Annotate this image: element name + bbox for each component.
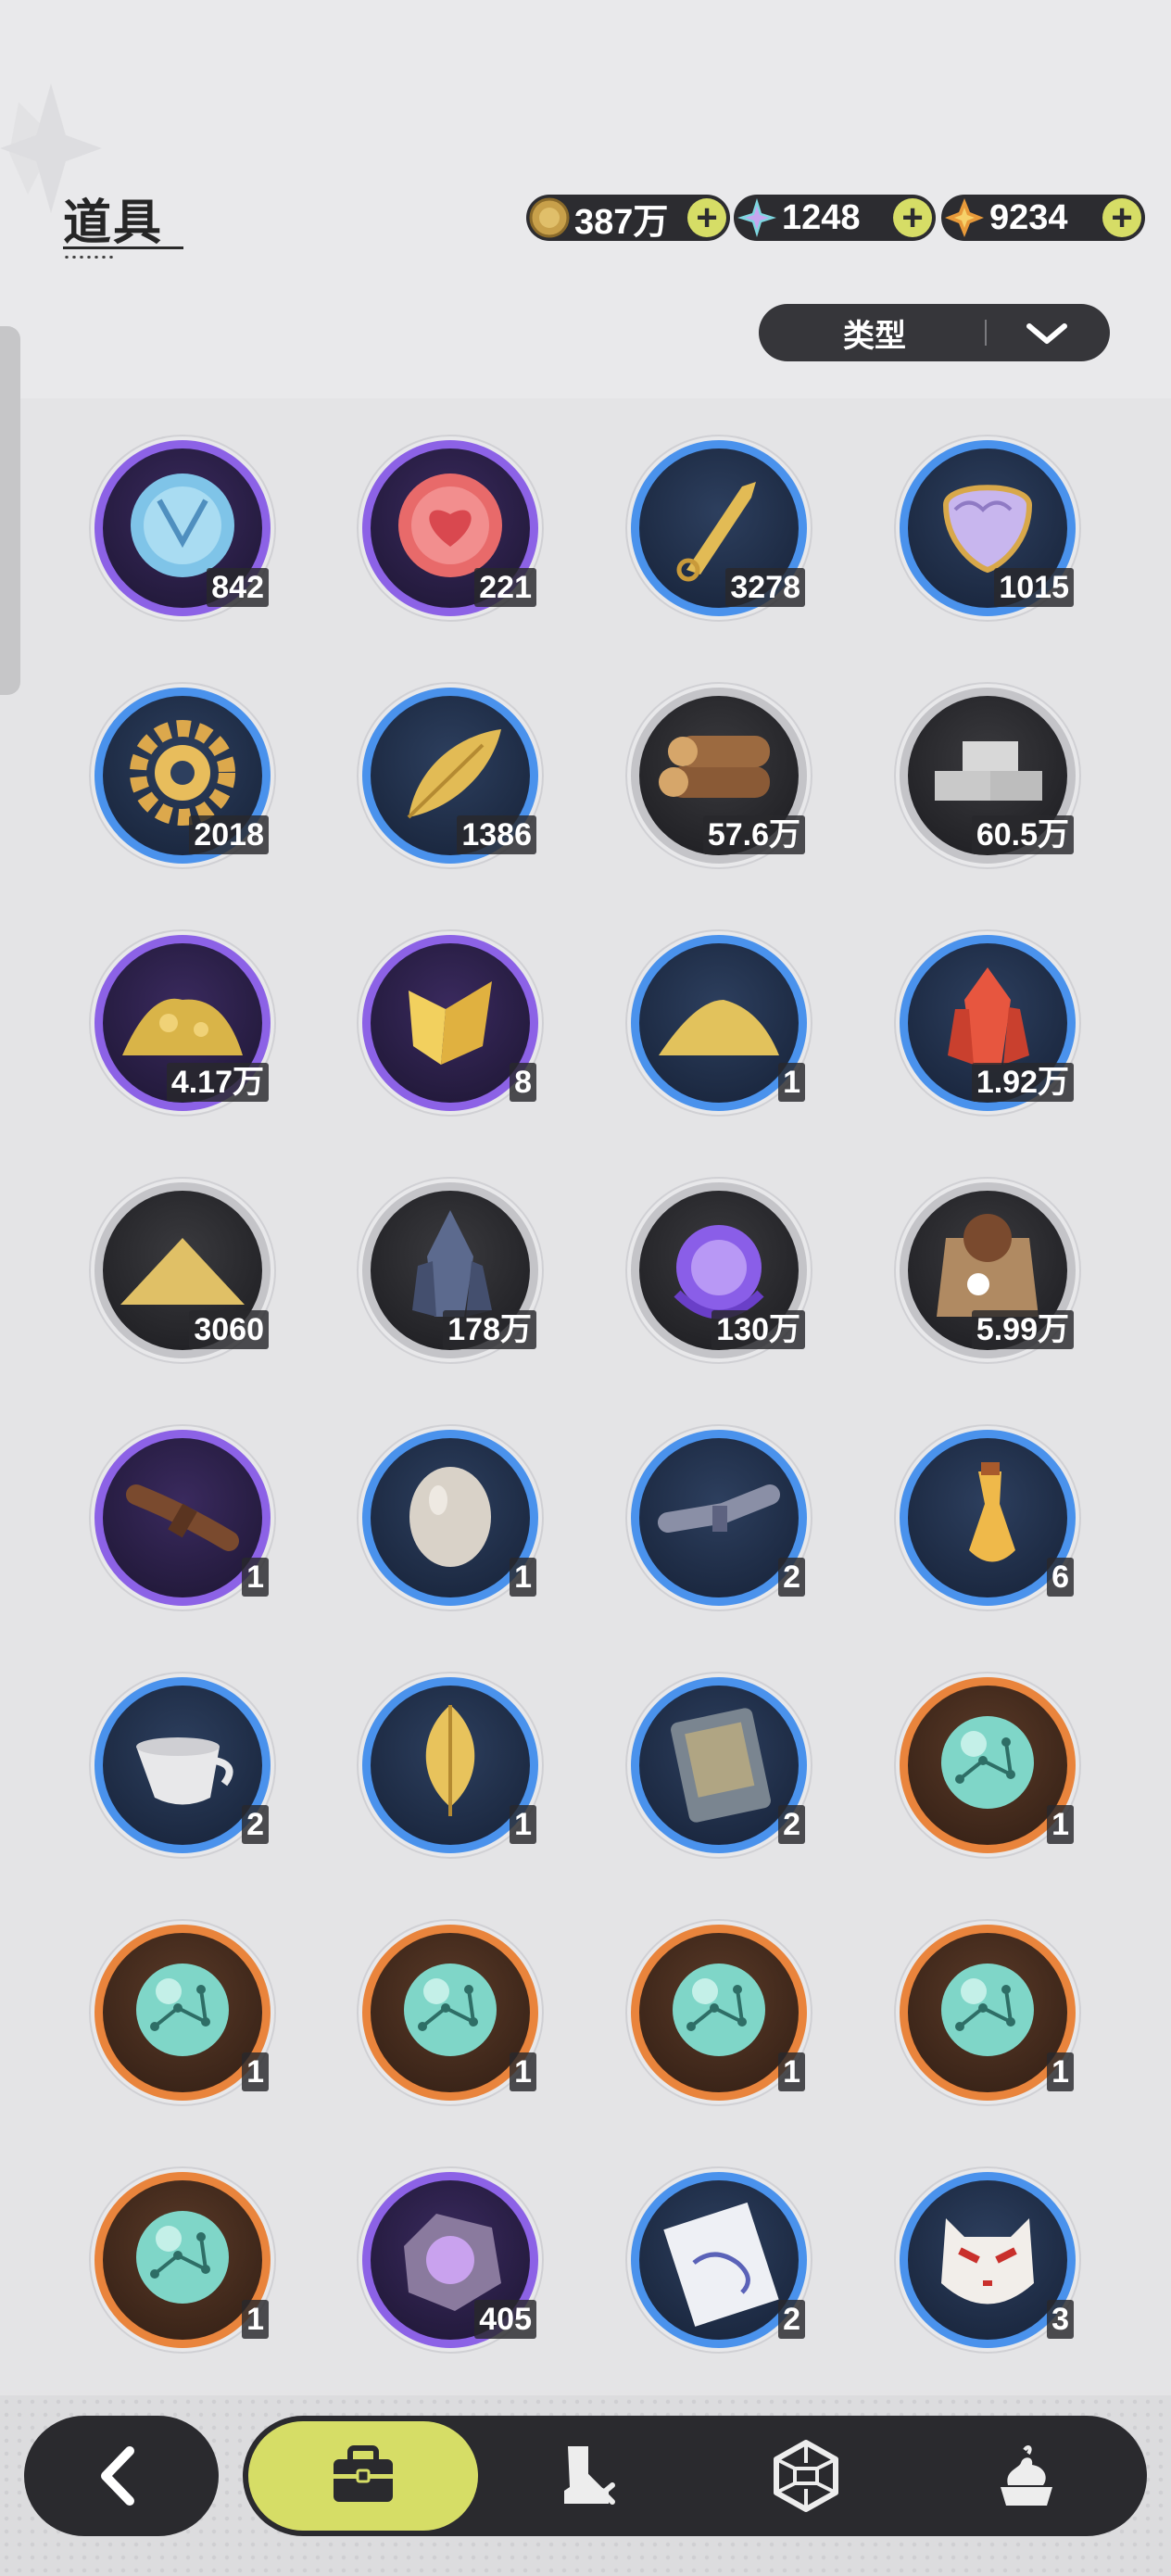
item-quantity: 2	[778, 1805, 805, 1844]
inventory-item[interactable]: 1	[85, 2163, 280, 2357]
inventory-item[interactable]: 1	[353, 1915, 548, 2110]
item-quantity: 1015	[994, 568, 1074, 607]
item-quantity: 2	[778, 1558, 805, 1597]
item-quantity: 2	[242, 1805, 269, 1844]
item-quantity: 60.5万	[971, 815, 1074, 854]
item-quantity: 405	[474, 2300, 536, 2339]
currency-crystal: 1248 +	[734, 195, 936, 241]
item-quantity: 1	[242, 2052, 269, 2091]
inventory-item[interactable]: 4.17万	[85, 926, 280, 1120]
inventory-item[interactable]: 1	[622, 1915, 816, 2110]
inventory-item[interactable]: 57.6万	[622, 678, 816, 873]
page-header: 道具 387万 + 1248 + 9234 + 类型	[0, 0, 1171, 398]
item-quantity: 842	[207, 568, 269, 607]
currency-coin: 387万 +	[526, 195, 730, 242]
item-quantity: 3278	[725, 568, 805, 607]
filter-divider	[985, 320, 987, 346]
inventory-item[interactable]: 1	[890, 1915, 1085, 2110]
item-quantity: 4.17万	[166, 1063, 269, 1102]
item-quantity: 1	[242, 1558, 269, 1597]
inventory-item[interactable]: 130万	[622, 1173, 816, 1368]
title-underline	[63, 246, 183, 249]
item-quantity: 1.92万	[971, 1063, 1074, 1102]
inventory-item[interactable]: 1015	[890, 431, 1085, 625]
inventory-item[interactable]: 1	[85, 1915, 280, 2110]
coin-value: 387万	[574, 202, 669, 242]
coin-icon	[529, 197, 570, 238]
inventory-item[interactable]: 5.99万	[890, 1173, 1085, 1368]
back-arrow-icon	[101, 2446, 134, 2506]
inventory-item[interactable]: 1.92万	[890, 926, 1085, 1120]
item-quantity: 1	[778, 2052, 805, 2091]
back-button[interactable]	[24, 2416, 219, 2536]
item-quantity: 1	[510, 1558, 536, 1597]
item-quantity: 1	[242, 2300, 269, 2339]
inventory-item[interactable]: 3278	[622, 431, 816, 625]
item-quantity: 57.6万	[702, 815, 805, 854]
item-quantity: 1	[1047, 2052, 1074, 2091]
crystal-value: 1248	[782, 197, 861, 237]
item-quantity: 1	[510, 1805, 536, 1844]
inventory-item[interactable]: 2	[622, 1421, 816, 1615]
item-quantity: 1	[778, 1063, 805, 1102]
star-shard-icon	[945, 198, 984, 237]
hexagon-gem-icon[interactable]	[760, 2430, 852, 2522]
inventory-item[interactable]: 1	[622, 926, 816, 1120]
crystal-icon	[737, 198, 776, 237]
inventory-item[interactable]: 2018	[85, 678, 280, 873]
inventory-item[interactable]: 1	[890, 1668, 1085, 1863]
currency-star-shard: 9234 +	[941, 195, 1145, 241]
add-coin-button[interactable]: +	[687, 197, 726, 238]
item-quantity: 2	[778, 2300, 805, 2339]
title-dots	[63, 256, 115, 259]
item-quantity: 6	[1047, 1558, 1074, 1597]
chevron-down-icon	[1026, 323, 1067, 344]
item-quantity: 3	[1047, 2300, 1074, 2339]
inventory-item[interactable]: 3	[890, 2163, 1085, 2357]
inventory-item[interactable]: 3060	[85, 1173, 280, 1368]
item-quantity: 130万	[711, 1310, 805, 1349]
star-shard-value: 9234	[989, 197, 1068, 237]
add-star-shard-button[interactable]: +	[1102, 197, 1141, 238]
item-quantity: 1	[1047, 1805, 1074, 1844]
inventory-item[interactable]: 178万	[353, 1173, 548, 1368]
briefcase-icon	[334, 2445, 393, 2502]
inventory-item[interactable]: 8	[353, 926, 548, 1120]
filter-label: 类型	[843, 318, 906, 354]
inventory-item[interactable]: 2	[622, 1668, 816, 1863]
inventory-item[interactable]: 221	[353, 431, 548, 625]
cream-dessert-icon[interactable]	[980, 2430, 1073, 2522]
item-quantity: 1386	[457, 815, 536, 854]
item-quantity: 221	[474, 568, 536, 607]
page-title: 道具	[63, 196, 164, 250]
inventory-item[interactable]: 1386	[353, 678, 548, 873]
item-quantity: 2018	[189, 815, 269, 854]
type-filter-dropdown[interactable]: 类型	[759, 304, 1110, 361]
inventory-item[interactable]: 6	[890, 1421, 1085, 1615]
inventory-item[interactable]: 1	[85, 1421, 280, 1615]
inventory-item[interactable]: 842	[85, 431, 280, 625]
boot-sword-icon[interactable]	[540, 2430, 633, 2522]
item-quantity: 178万	[443, 1310, 536, 1349]
item-quantity: 1	[510, 2052, 536, 2091]
item-quantity: 8	[510, 1063, 536, 1102]
add-crystal-button[interactable]: +	[893, 197, 932, 238]
inventory-item[interactable]: 1	[353, 1668, 548, 1863]
inventory-item[interactable]: 405	[353, 2163, 548, 2357]
inventory-item[interactable]: 1	[353, 1421, 548, 1615]
item-quantity: 3060	[189, 1310, 269, 1349]
inventory-item[interactable]: 60.5万	[890, 678, 1085, 873]
inventory-item[interactable]: 2	[622, 2163, 816, 2357]
inventory-item[interactable]: 2	[85, 1668, 280, 1863]
item-quantity: 5.99万	[971, 1310, 1074, 1349]
sidebar-pull-tab[interactable]	[0, 326, 20, 695]
